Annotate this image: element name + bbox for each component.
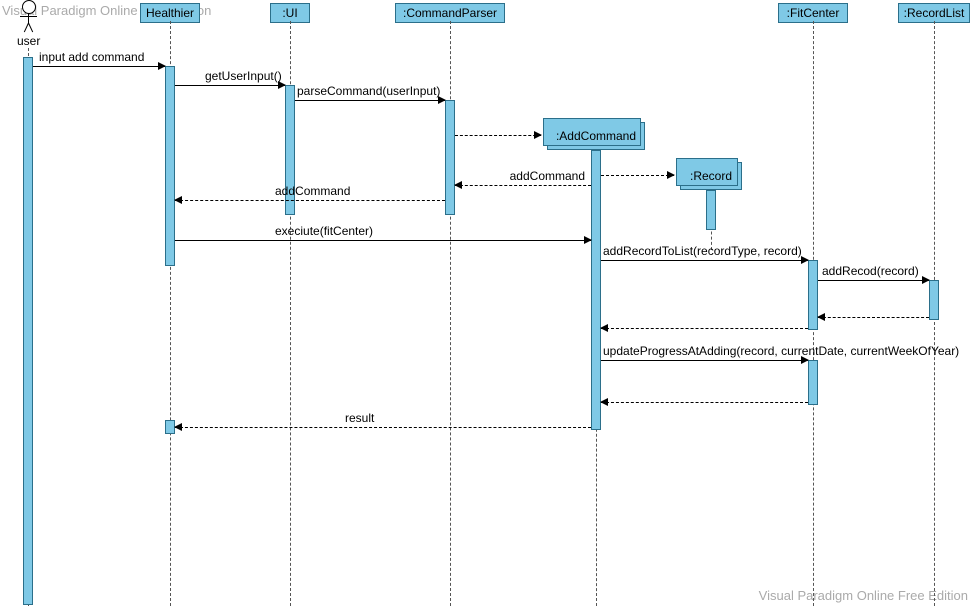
lifeline-addcommand: :AddCommand: [547, 122, 645, 150]
actor-body-icon: [28, 13, 29, 23]
msg-label: input add command: [39, 50, 144, 64]
sequence-diagram: Visual Paradigm Online Free Edition Visu…: [0, 0, 972, 607]
msg-label: getUserInput(): [205, 69, 282, 83]
lifeline-record: :Record: [680, 162, 742, 190]
activation-recordlist: [929, 280, 939, 320]
msg-label: addCommand: [275, 184, 350, 198]
lifeline-parser: :CommandParser: [395, 3, 505, 23]
msg-label: updateProgressAtAdding(record, currentDa…: [603, 344, 959, 358]
activation-addcmd: [591, 150, 601, 430]
msg-label: parseCommand(userInput): [297, 84, 440, 98]
actor-head-icon: [22, 0, 36, 14]
actor-leg-icon: [28, 23, 33, 32]
lifeline-recordlist: :RecordList: [898, 3, 970, 23]
actor-arms-icon: [20, 16, 37, 17]
activation-user: [23, 57, 33, 605]
msg-label: result: [345, 411, 374, 425]
msg-label: execiute(fitCenter): [275, 224, 373, 238]
msg-label: addRecod(record): [822, 264, 919, 278]
msg-label: addCommand: [510, 169, 585, 183]
activation-parser: [445, 100, 455, 215]
watermark-br: Visual Paradigm Online Free Edition: [759, 588, 968, 603]
msg-label: addRecordToList(recordType, record): [603, 244, 802, 258]
lifeline-healthier: Healthier: [140, 3, 200, 23]
actor-label: user: [17, 34, 40, 48]
lifeline-ui: :UI: [270, 3, 310, 23]
activation-record: [706, 190, 716, 230]
activation-healthier-1: [165, 66, 175, 266]
activation-fitcenter-2: [808, 360, 818, 405]
lifeline-fitcenter: :FitCenter: [778, 3, 848, 23]
